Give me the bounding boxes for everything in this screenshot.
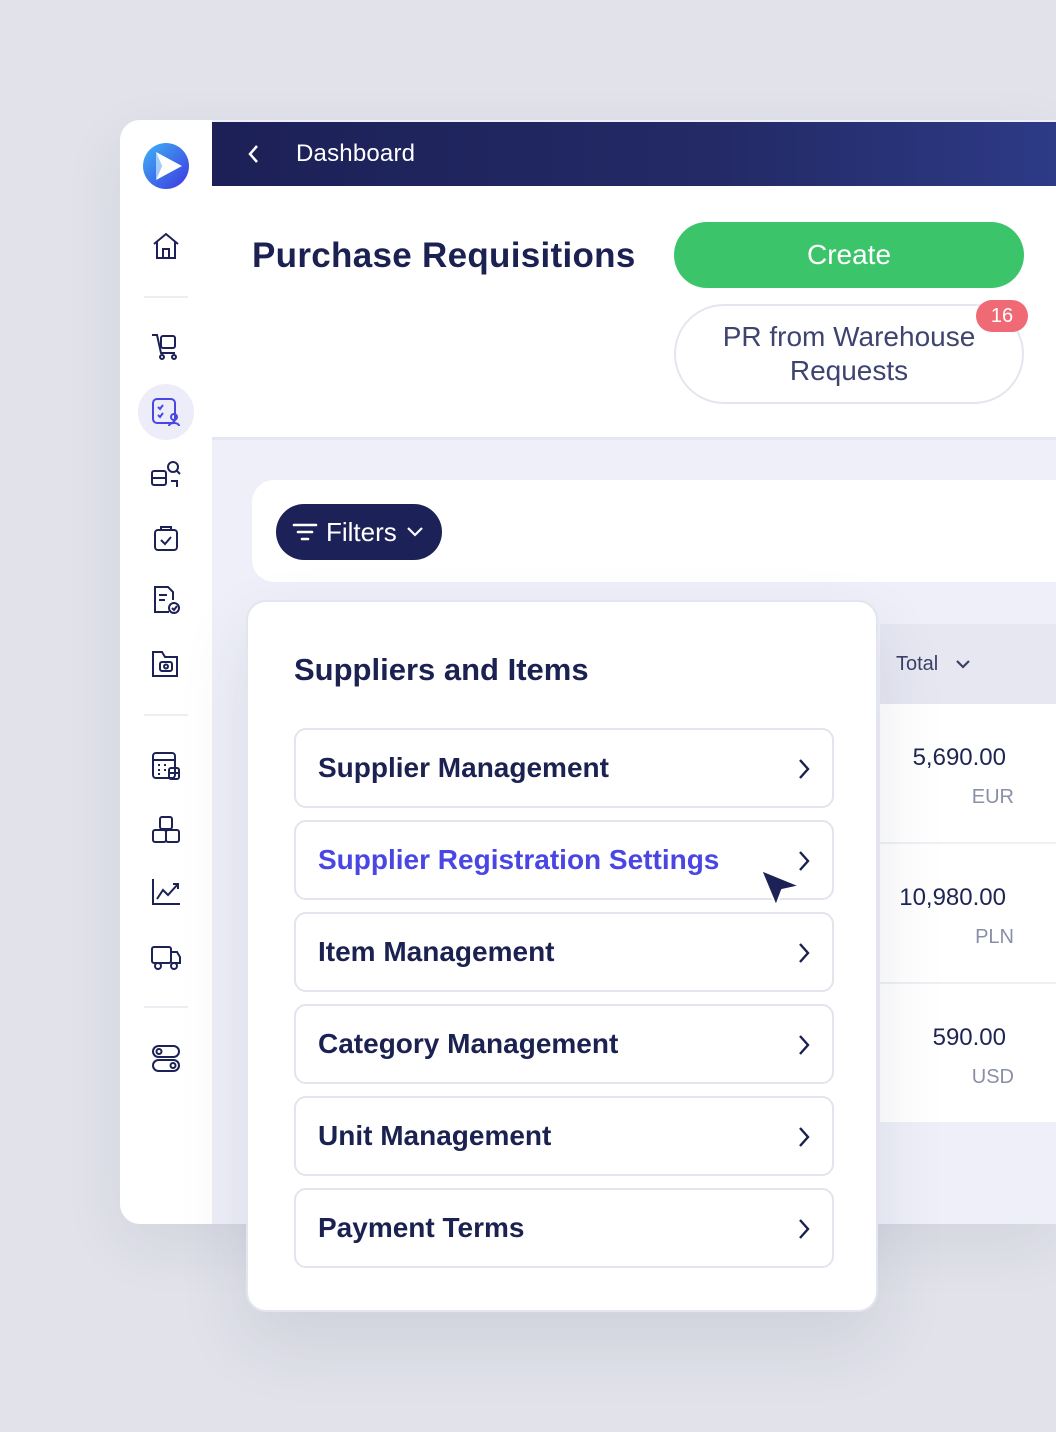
chevron-right-icon [799,759,810,779]
pr-from-warehouse-button[interactable]: PR from Warehouse Requests [674,304,1024,404]
menu-item-label: Supplier Registration Settings [318,844,720,875]
menu-item-label: Unit Management [318,1120,552,1151]
sidebar-reports[interactable] [138,864,194,920]
mouse-cursor-icon [760,869,801,907]
suppliers-items-panel: Suppliers and Items Supplier Management … [246,600,878,1312]
logo-icon [143,143,189,189]
document-check-icon [154,586,180,614]
menu-item-supplier-registration-settings[interactable]: Supplier Registration Settings [294,820,834,900]
cart-icon [152,334,177,360]
sidebar-home[interactable] [138,218,194,274]
menu-item-category-management[interactable]: Category Management [294,1004,834,1084]
menu-item-label: Item Management [318,936,555,967]
sidebar-settings[interactable] [138,1030,194,1086]
row-currency: EUR [971,786,1014,808]
row-currency: USD [971,1066,1014,1088]
table-column-total[interactable]: Total [880,624,1056,704]
sidebar-documents[interactable] [138,572,194,628]
sidebar-orders[interactable] [138,510,194,566]
menu-item-payment-terms[interactable]: Payment Terms [294,1188,834,1268]
sidebar-delivery[interactable] [138,928,194,984]
table-body: 5,690.00 EUR 10,980.00 PLN 590.00 USD [880,704,1056,1124]
menu-item-label: Payment Terms [318,1212,525,1243]
requisition-icon [152,398,180,427]
notification-badge: 16 [976,300,1028,332]
table-row[interactable]: 590.00 USD [880,984,1056,1124]
chevron-right-icon [799,943,810,963]
home-icon [153,232,179,259]
search-supplier-icon [151,461,181,487]
breadcrumb-dashboard[interactable]: Dashboard [296,140,415,168]
folder-camera-icon [152,651,178,677]
chevron-down-icon [407,527,423,537]
sidebar-inventory[interactable] [138,802,194,858]
menu-item-unit-management[interactable]: Unit Management [294,1096,834,1176]
row-currency: PLN [975,926,1014,948]
chart-icon [152,879,180,905]
row-amount: 10,980.00 [899,884,1006,911]
table-row[interactable]: 5,690.00 EUR [880,704,1056,844]
sidebar-cart[interactable] [138,318,194,374]
chevron-left-icon[interactable] [246,143,268,165]
menu-item-supplier-management[interactable]: Supplier Management [294,728,834,808]
sidebar [120,120,212,1224]
page-header: Purchase Requisitions Create PR from War… [212,186,1056,440]
sidebar-folder[interactable] [138,636,194,692]
menu-item-item-management[interactable]: Item Management [294,912,834,992]
row-amount: 590.00 [932,1024,1006,1051]
boxes-icon [152,816,180,843]
filters-button[interactable]: Filters [276,504,442,560]
bag-check-icon [154,526,178,551]
sidebar-supplier-search[interactable] [138,446,194,502]
create-button[interactable]: Create [674,222,1024,288]
total-header-label: Total [896,652,939,675]
toggle-icon [152,1045,180,1072]
menu-item-label: Category Management [318,1028,619,1059]
panel-title: Suppliers and Items [294,652,589,687]
filter-icon [292,523,318,541]
sidebar-calculator[interactable] [138,738,194,794]
row-amount: 5,690.00 [912,744,1006,771]
filters-label: Filters [326,516,397,547]
pr-from-warehouse-label: PR from Warehouse Requests [722,321,976,386]
chevron-right-icon [799,1035,810,1055]
filter-bar: Filters [252,480,1056,582]
page-title: Purchase Requisitions [252,236,636,275]
chevron-right-icon [799,1219,810,1239]
menu-item-label: Supplier Management [318,752,609,783]
calculator-icon [152,752,180,780]
truck-icon [151,946,181,970]
sidebar-requisitions[interactable] [138,384,194,440]
table-row[interactable]: 10,980.00 PLN [880,844,1056,984]
chevron-down-icon [956,660,971,669]
chevron-right-icon [799,1127,810,1147]
top-bar: Dashboard [212,122,1056,186]
